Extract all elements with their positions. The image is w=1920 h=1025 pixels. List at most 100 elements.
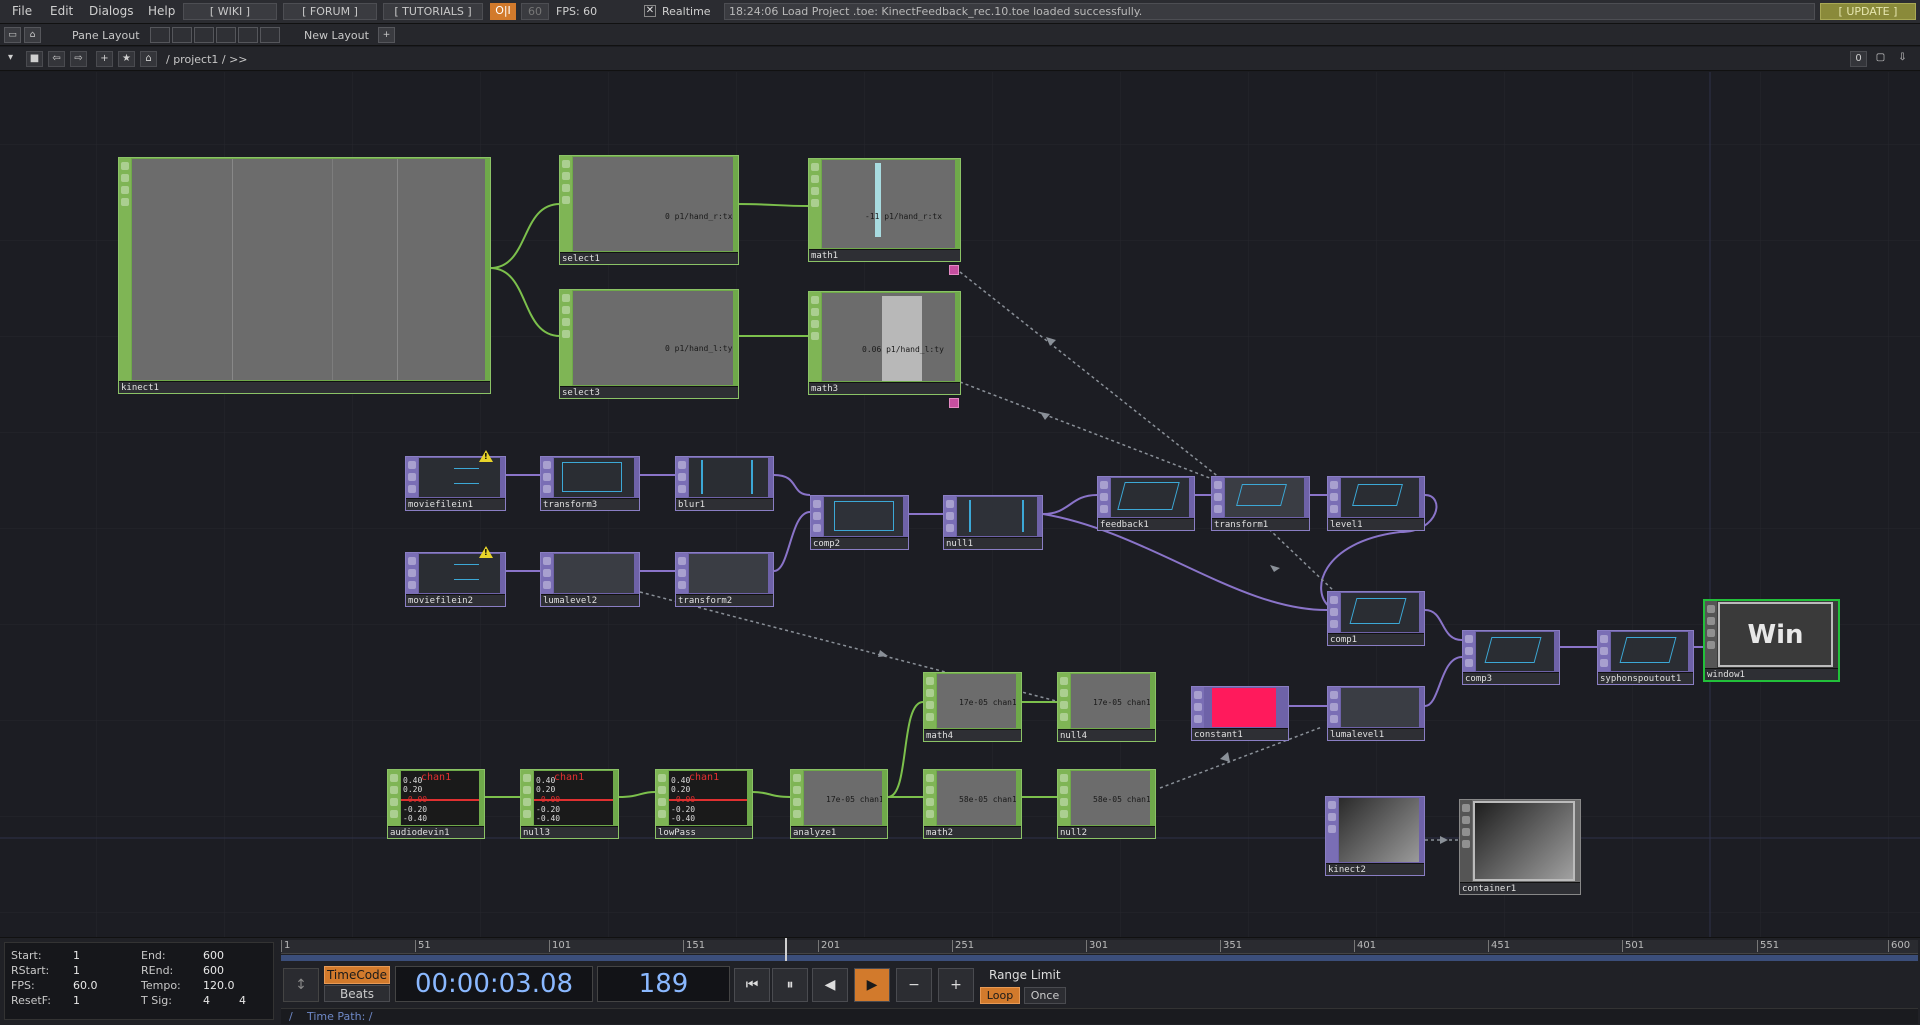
node-comp1[interactable]: comp1 (1327, 591, 1425, 646)
fps-limit-field[interactable]: 60 (521, 3, 549, 20)
maximize-icon[interactable]: ▢ (1872, 51, 1889, 67)
step-forward-button[interactable]: + (938, 968, 974, 1002)
node-name[interactable]: analyze1 (793, 827, 836, 839)
node-null1[interactable]: null1 (943, 495, 1043, 550)
node-lumalevel1[interactable]: lumalevel1 (1327, 686, 1425, 741)
node-name[interactable]: null4 (1060, 730, 1087, 742)
loop-toggle[interactable]: Loop (980, 987, 1020, 1004)
play-reverse-button[interactable]: ◀ (812, 968, 848, 1002)
start-value[interactable]: 1 (73, 949, 80, 962)
split-icon[interactable]: ⇩ (1894, 51, 1911, 67)
timeline-bar[interactable] (281, 955, 1918, 961)
network-editor[interactable]: kinect1 0 p1/hand_r:tx select1 0 p1/hand… (0, 72, 1920, 937)
node-name[interactable]: select1 (562, 253, 600, 265)
node-analyze1[interactable]: 17e-05 chan1 analyze1 (790, 769, 888, 839)
node-name[interactable]: moviefilein2 (408, 595, 473, 607)
node-name[interactable]: null2 (1060, 827, 1087, 839)
layout-split-h-button[interactable] (194, 27, 214, 43)
play-forward-button[interactable]: ▶ (854, 968, 890, 1002)
node-transform1[interactable]: transform1 (1211, 476, 1310, 531)
node-moviefilein1[interactable]: moviefilein1 (405, 456, 506, 511)
node-name[interactable]: lumalevel2 (543, 595, 597, 607)
node-feedback1[interactable]: feedback1 (1097, 476, 1195, 531)
export-connector[interactable] (949, 398, 959, 408)
back-icon[interactable]: ⇦ (48, 51, 65, 67)
node-name[interactable]: syphonspoutout1 (1600, 673, 1681, 685)
timeline-ruler[interactable]: 1 51 101 151 201 251 301 351 401 451 501 551 600 (281, 940, 1918, 954)
layout-single-button[interactable] (150, 27, 170, 43)
step-back-button[interactable]: − (896, 968, 932, 1002)
node-flags[interactable] (1460, 800, 1472, 894)
add-layout-button[interactable]: + (378, 27, 395, 43)
menu-help[interactable]: Help (148, 4, 175, 18)
end-value[interactable]: 600 (203, 949, 224, 962)
fps-value[interactable]: 60.0 (73, 979, 98, 992)
rend-value[interactable]: 600 (203, 964, 224, 977)
node-name[interactable]: math3 (811, 383, 838, 395)
node-flags[interactable] (119, 158, 131, 393)
layout-quad-button[interactable] (238, 27, 258, 43)
node-container1[interactable]: container1 (1459, 799, 1581, 895)
node-name[interactable]: blur1 (678, 499, 705, 511)
frame-display[interactable]: 189 (597, 966, 730, 1002)
node-flags[interactable] (560, 290, 572, 398)
node-name[interactable]: transform1 (1214, 519, 1268, 531)
node-window1[interactable]: Win window1 (1703, 599, 1840, 682)
add-icon[interactable]: + (96, 51, 113, 67)
rewind-button[interactable]: ⏮ (734, 968, 770, 1002)
menu-file[interactable]: File (12, 4, 32, 18)
screen-icon[interactable]: ▭ (4, 27, 21, 43)
node-select1[interactable]: 0 p1/hand_r:tx select1 (559, 155, 739, 265)
wiki-button[interactable]: [ WIKI ] (183, 3, 277, 20)
layout-split-v-button[interactable] (172, 27, 192, 43)
power-toggle[interactable]: O|I (490, 3, 516, 20)
layout-tri-button[interactable] (216, 27, 236, 43)
node-name[interactable]: comp2 (813, 538, 840, 550)
export-connector[interactable] (949, 265, 959, 275)
node-lumalevel2[interactable]: lumalevel2 (540, 552, 640, 607)
playhead[interactable] (785, 938, 787, 961)
chevron-down-icon[interactable]: ▾ (2, 51, 19, 67)
node-name[interactable]: moviefilein1 (408, 499, 473, 511)
node-name[interactable]: transform3 (543, 499, 597, 511)
node-null4[interactable]: 17e-05 chan1 null4 (1057, 672, 1156, 742)
node-name[interactable]: level1 (1330, 519, 1363, 531)
node-blur1[interactable]: blur1 (675, 456, 774, 511)
node-audiodevin1[interactable]: chan1 0.40 0.20 -0.00 -0.20 -0.40 audiod… (387, 769, 485, 839)
tutorials-button[interactable]: [ TUTORIALS ] (383, 3, 483, 20)
node-math4[interactable]: 17e-05 chan1 math4 (923, 672, 1022, 742)
node-name[interactable]: math4 (926, 730, 953, 742)
tsig-denominator[interactable]: 4 (239, 994, 246, 1007)
warning-icon[interactable]: ! (479, 450, 493, 462)
node-kinect2[interactable]: kinect2 (1325, 796, 1425, 876)
node-flags[interactable] (560, 156, 572, 264)
node-name[interactable]: kinect2 (1328, 864, 1366, 876)
menu-dialogs[interactable]: Dialogs (89, 4, 133, 18)
node-null2[interactable]: 58e-05 chan1 null2 (1057, 769, 1156, 839)
resetf-value[interactable]: 1 (73, 994, 80, 1007)
node-name[interactable]: window1 (1707, 669, 1745, 681)
node-flags[interactable] (809, 292, 821, 394)
node-constant1[interactable]: constant1 (1191, 686, 1289, 741)
node-level1[interactable]: level1 (1327, 476, 1425, 531)
forward-icon[interactable]: ⇨ (70, 51, 87, 67)
breadcrumb[interactable]: / project1 / >> (166, 53, 248, 66)
node-name[interactable]: select3 (562, 387, 600, 399)
node-transform2[interactable]: transform2 (675, 552, 774, 607)
node-math3[interactable]: 0.06 p1/hand_l:ty math3 (808, 291, 961, 395)
timeline-collapse-button[interactable]: ↕ (283, 968, 319, 1002)
tempo-value[interactable]: 120.0 (203, 979, 235, 992)
menu-edit[interactable]: Edit (50, 4, 73, 18)
node-name[interactable]: container1 (1462, 883, 1516, 895)
node-select3[interactable]: 0 p1/hand_l:ty select3 (559, 289, 739, 399)
node-name[interactable]: null1 (946, 538, 973, 550)
node-flags[interactable] (809, 159, 821, 261)
node-name[interactable]: null3 (523, 827, 550, 839)
time-path-root[interactable]: / (289, 1010, 293, 1023)
node-null3[interactable]: chan1 0.40 0.20 -0.00 -0.20 -0.40 null3 (520, 769, 619, 839)
once-toggle[interactable]: Once (1024, 987, 1066, 1004)
node-name[interactable]: lumalevel1 (1330, 729, 1384, 741)
home-icon[interactable]: ⌂ (140, 51, 157, 67)
node-lowpass[interactable]: chan1 0.40 0.20 -0.00 -0.20 -0.40 lowPas… (655, 769, 753, 839)
node-name[interactable]: kinect1 (121, 382, 159, 394)
